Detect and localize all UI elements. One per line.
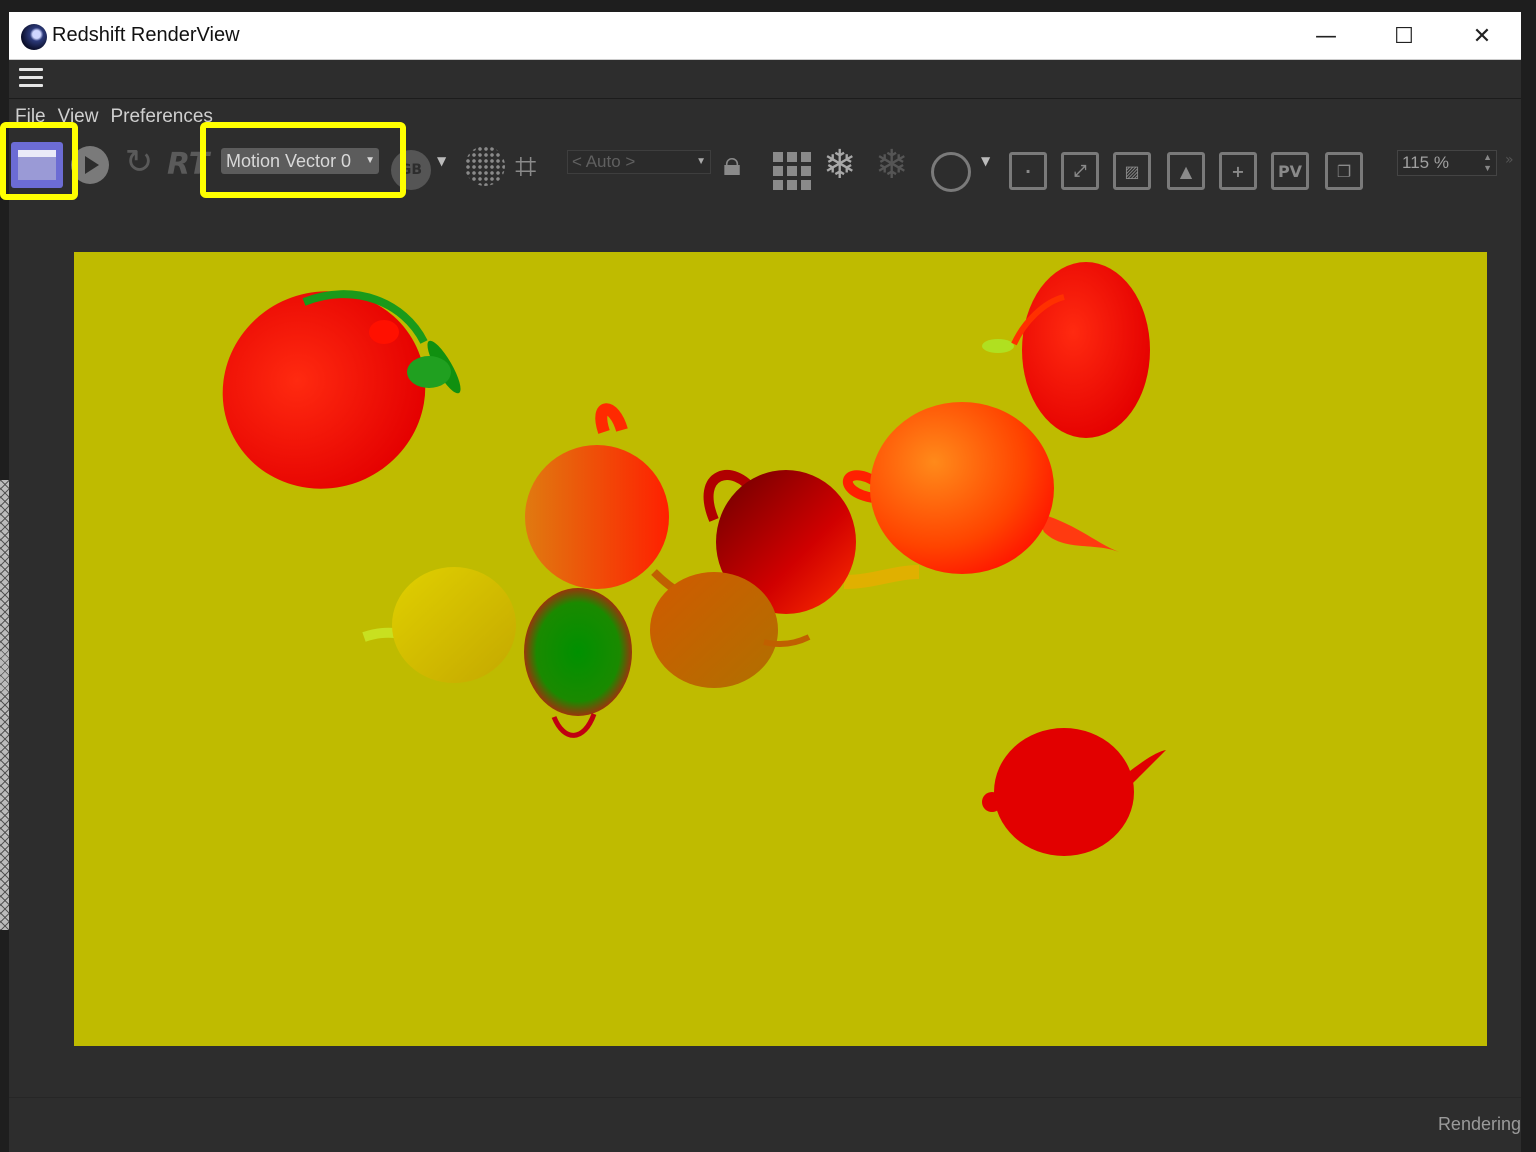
bucket-dropdown[interactable]: < Auto > ▼ [567,150,711,174]
zoom-value: 115 % [1402,153,1449,172]
hamburger-menu-icon[interactable] [19,68,43,90]
window-title: Redshift RenderView [52,24,240,46]
highlight-clapper [0,122,78,200]
menu-preferences[interactable]: Preferences [110,106,212,130]
circle-icon[interactable] [931,152,971,192]
menubar-divider [9,98,1521,99]
render-image [222,262,1166,856]
teapot-bottomright [982,728,1166,856]
teapot-center-orange [525,403,669,589]
add-snapshot-icon[interactable]: + [1219,152,1257,190]
circle-dropdown-caret-icon[interactable]: ▼ [981,154,990,168]
rgb-dropdown-caret-icon[interactable]: ▼ [437,154,446,168]
hatch-icon[interactable]: ▨ [1113,152,1151,190]
status-text: Rendering [1437,1114,1521,1134]
maximize-button[interactable]: ☐ [1365,12,1443,60]
zoom-spinner-icon[interactable]: ▲ ▼ [1483,152,1492,174]
pv-icon[interactable]: PV [1271,152,1309,190]
image-icon[interactable]: ▲ [1167,152,1205,190]
freeze-geometry-icon[interactable]: ❄ [875,142,909,188]
freeze-icon[interactable]: ❄ [823,142,857,188]
toolbar-overflow-icon[interactable]: » [1505,152,1514,168]
statusbar-divider [9,1097,1521,1098]
cinema4d-app-icon [21,24,47,50]
dots-grid-icon[interactable] [465,146,505,186]
minimize-button[interactable]: — [1287,12,1365,60]
teapot-left-yellow [362,567,516,683]
crop-icon[interactable]: ⌗ [515,144,536,189]
teapot-left-green [524,588,632,738]
render-viewport[interactable] [74,252,1487,1046]
bucket-dropdown-value: < Auto > [572,152,636,171]
refresh-icon[interactable]: ↻ [119,142,159,182]
title-bar: Redshift RenderView — ☐ ✕ [9,12,1521,60]
copy-icon[interactable]: ❐ [1325,152,1363,190]
grid-icon[interactable] [773,152,811,190]
close-button[interactable]: ✕ [1443,12,1521,60]
lock-icon[interactable]: 🔒︎ [723,144,741,184]
focus-icon[interactable]: · [1009,152,1047,190]
renderview-window: Redshift RenderView — ☐ ✕ File View Pref… [0,12,1521,1152]
highlight-aov-dropdown [200,122,406,198]
zoom-input[interactable]: 115 % ▲ ▼ [1397,150,1497,176]
teapot-topright [982,262,1150,438]
fit-icon[interactable]: ⤢ [1061,152,1099,190]
chevron-down-icon: ▼ [696,156,706,167]
